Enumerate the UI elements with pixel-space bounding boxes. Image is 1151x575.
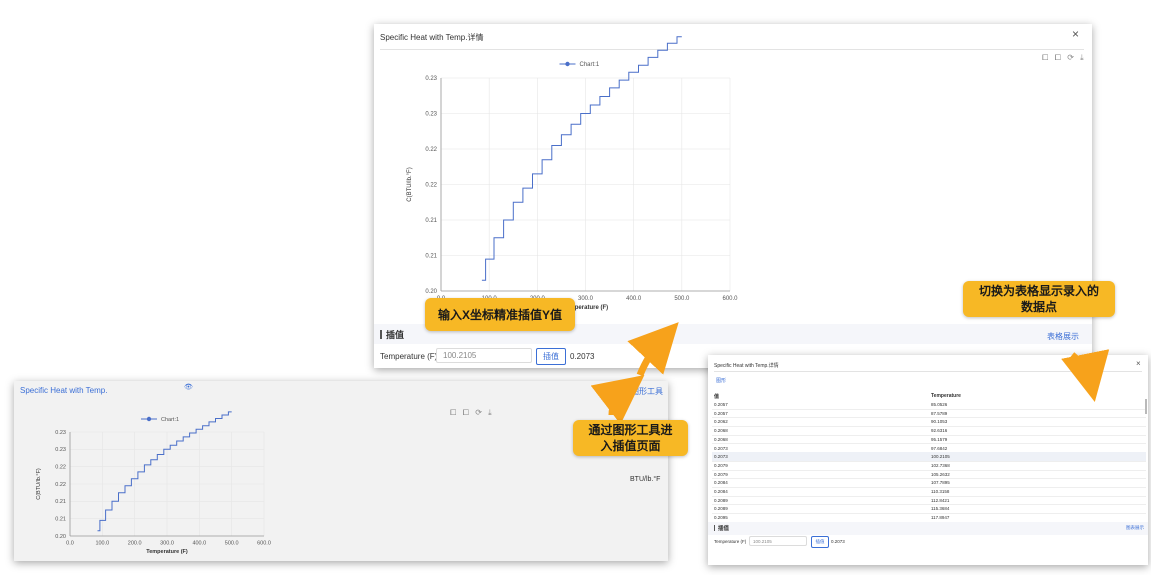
table-interp-button[interactable]: 插值 [811,536,829,548]
x-tick-label: 400.0 [626,296,642,302]
table-section-bar [714,525,715,531]
y-tick-label: 0.22 [55,465,66,471]
table-section-title: 插值 [718,526,730,532]
y-tick-label: 0.22 [55,482,66,488]
y-axis-label: C(BTU/lb.°F) [407,167,413,201]
cell-temperature: 107.7895 [931,480,950,486]
x-tick-label: 600.0 [722,296,738,302]
callout-graph-tool-line2: 入插值页面 [600,439,661,453]
data-table: 0.2057 85.0526 0.2057 87.5789 0.2062 90.1053 0… [712,400,1146,522]
x-tick-label: 100.0 [95,541,109,547]
cell-value: 0.2062 [714,419,728,425]
interp-button[interactable]: 插值 [536,348,566,365]
legend-label: Chart:1 [580,62,600,68]
y-tick-label: 0.22 [425,183,437,189]
callout-table-switch-line2: 数据点 [1020,300,1057,314]
series-line [97,411,232,532]
callout-graph-tool-line1: 通过图形工具进 [588,423,673,437]
legend-marker [565,61,570,67]
cell-temperature: 100.2105 [931,454,950,460]
y-tick-label: 0.21 [55,517,66,523]
chart-card: Specific Heat with Temp. 👁 图形工具 ⧠ ⧠ ⟳ ⤓ … [14,381,668,561]
x-tick-label: 600.0 [257,541,271,547]
x-axis-label: Temperature (F) [146,549,188,555]
cell-value: 0.2068 [714,428,728,434]
cell-value: 0.2079 [714,471,728,477]
callout-input-x: 输入X坐标精准插值Y值 [425,298,575,331]
table-scrollbar[interactable] [1145,399,1147,414]
cell-temperature: 85.0526 [931,402,948,407]
section-title: 插值 [386,330,405,340]
cell-temperature: 97.6842 [931,445,948,451]
cell-value: 0.2073 [714,445,728,451]
series-line [481,36,682,281]
table-interp-section [708,522,1148,535]
x-tick-label: 500.0 [225,541,239,547]
temperature-input[interactable]: 100.2105 [436,348,532,363]
x-tick-label: 300.0 [578,296,594,302]
cell-temperature: 95.1579 [931,436,948,442]
cell-temperature: 112.8421 [931,497,950,503]
cell-temperature: 102.7368 [931,462,950,468]
y-tick-label: 0.20 [55,534,66,540]
x-tick-label: 0.0 [66,541,74,547]
section-bar [380,330,382,339]
header-temperature: Temperature [931,393,961,399]
y-tick-label: 0.23 [425,76,437,82]
cell-value: 0.2073 [714,454,728,460]
y-tick-label: 0.22 [425,147,437,153]
table-close-icon[interactable]: × [1136,359,1141,368]
table-temperature-input[interactable]: 100.2105 [749,536,807,546]
legend-label: Chart:1 [161,417,179,423]
x-tick-label: 300.0 [160,541,174,547]
y-tick-label: 0.21 [425,254,437,260]
callout-table-switch-line1: 切换为表格显示录入的 [978,284,1099,298]
table-divider [714,371,1142,372]
cell-temperature: 115.3684 [931,506,950,512]
y-tick-label: 0.23 [55,447,66,453]
cell-value: 0.2068 [714,436,728,442]
table-dialog: Specific Heat with Temp.详情 × 图形 值 Temper… [708,355,1148,565]
temperature-label: Temperature (F) [380,352,438,361]
legend-marker [146,416,152,422]
callout-table-switch: 切换为表格显示录入的 数据点 [963,281,1115,317]
x-tick-label: 200.0 [128,541,142,547]
header-value: 值 [714,394,720,400]
y-tick-label: 0.23 [55,430,66,436]
cell-value: 0.2057 [714,402,728,407]
table-temperature-label: Temperature (F) [714,539,747,544]
cell-value: 0.2084 [714,489,728,494]
cell-value: 0.2057 [714,410,728,416]
x-tick-label: 400.0 [192,541,206,547]
interp-result: 0.2073 [570,352,595,361]
callout-graph-tool: 通过图形工具进 入插值页面 [573,420,688,456]
cell-value: 0.2084 [714,480,728,486]
y-tick-label: 0.20 [425,289,437,295]
y-tick-label: 0.21 [425,218,437,224]
cell-temperature: 90.1053 [931,419,948,425]
y-tick-label: 0.23 [425,112,437,118]
cell-value: 0.2089 [714,506,728,512]
cell-temperature: 110.3158 [931,489,950,494]
cell-value: 0.2095 [714,515,728,521]
table-row[interactable]: 0.2095 117.8947 [712,513,1146,522]
cell-temperature: 105.2632 [931,471,950,477]
cell-temperature: 117.8947 [931,515,950,521]
table-interp-result: 0.2073 [831,539,845,544]
cell-temperature: 87.5789 [931,410,948,416]
y-axis-label: C(BTU/lb.°F) [36,468,42,500]
cell-value: 0.2089 [714,497,728,503]
cell-value: 0.2079 [714,462,728,468]
y-tick-label: 0.21 [55,499,66,505]
x-tick-label: 500.0 [674,296,690,302]
chart-tab[interactable]: 图形 [716,377,726,384]
table-dialog-title: Specific Heat with Temp.详情 [714,363,779,369]
chart-view-link[interactable]: 图表展示 [1126,525,1144,531]
cell-temperature: 92.6316 [931,428,948,434]
specific-heat-chart: 0.0100.0200.0300.0400.0500.0600.00.200.2… [407,36,738,311]
specific-heat-chart-small: 0.0 100.0 200.0 300.0 400.0 500.0 600.0 0.20 0.2… [36,411,271,555]
table-view-link[interactable]: 表格展示 [1047,331,1079,342]
